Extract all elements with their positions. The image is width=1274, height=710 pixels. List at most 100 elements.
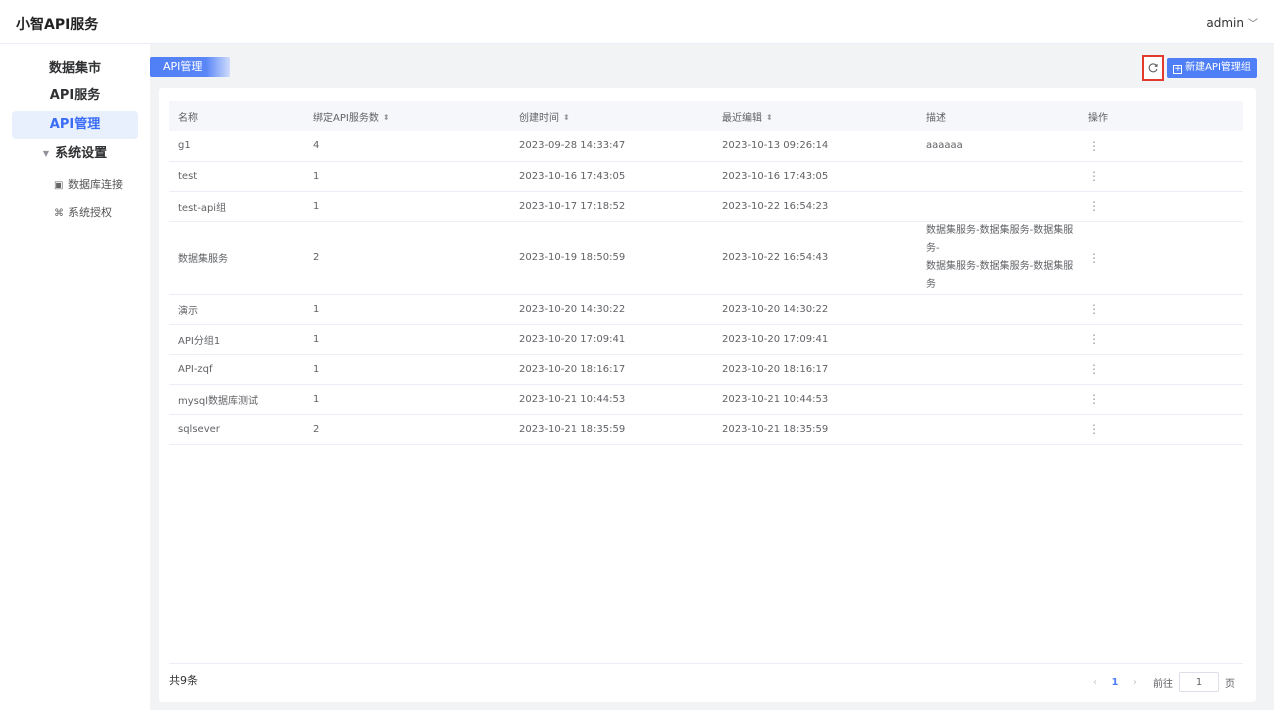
cell-created: 2023-09-28 14:33:47 (510, 131, 713, 162)
column-header-actions: 操作 (1079, 101, 1243, 131)
cell-count: 1 (304, 324, 510, 355)
cell-created: 2023-10-21 10:44:53 (510, 384, 713, 415)
cell-created: 2023-10-21 18:35:59 (510, 414, 713, 445)
cell-edited: 2023-10-20 14:30:22 (713, 294, 917, 325)
more-actions-icon[interactable]: ⋮ (1088, 139, 1100, 153)
column-header-label: 最近编辑 (722, 112, 762, 124)
cell-count: 1 (304, 384, 510, 415)
cell-desc: aaaaaa (917, 131, 1079, 162)
sidebar-item-system-auth[interactable]: ⌘ 系统授权 (54, 203, 112, 223)
cell-count: 4 (304, 131, 510, 162)
cell-actions: ⋮ (1079, 161, 1243, 192)
more-actions-icon[interactable]: ⋮ (1088, 169, 1100, 183)
table-row: 数据集服务 2 2023-10-19 18:50:59 2023-10-22 1… (169, 221, 1243, 295)
column-header-edited[interactable]: 最近编辑 ⬍ (713, 101, 917, 131)
sidebar-group-system-settings[interactable]: ▼ 系统设置 (12, 140, 138, 168)
more-actions-icon[interactable]: ⋮ (1088, 302, 1100, 316)
cell-created: 2023-10-20 14:30:22 (510, 294, 713, 325)
sidebar-item-db-connection[interactable]: ▣ 数据库连接 (54, 175, 123, 195)
cell-desc (917, 294, 1079, 325)
table-row: test 1 2023-10-16 17:43:05 2023-10-16 17… (169, 161, 1243, 192)
sidebar-item-data-market[interactable]: 数据集市 (12, 55, 138, 83)
cell-edited: 2023-10-20 18:16:17 (713, 354, 917, 385)
pagination: ‹ 1 › 前往 页 (1087, 672, 1235, 692)
database-icon: ▣ (54, 180, 64, 191)
cell-name: sqlsever (169, 414, 304, 445)
footer-divider (169, 663, 1243, 664)
cell-count: 2 (304, 221, 510, 295)
table-row: API分组1 1 2023-10-20 17:09:41 2023-10-20 … (169, 324, 1243, 355)
cell-created: 2023-10-20 17:09:41 (510, 324, 713, 355)
sidebar-item-api-management[interactable]: API管理 (12, 111, 138, 139)
cell-desc: 数据集服务-数据集服务-数据集服务- 数据集服务-数据集服务-数据集服务 (917, 221, 1079, 295)
cell-actions: ⋮ (1079, 324, 1243, 355)
more-actions-icon[interactable]: ⋮ (1088, 422, 1100, 436)
more-actions-icon[interactable]: ⋮ (1088, 251, 1100, 265)
user-name: admin (1206, 16, 1244, 30)
cell-actions: ⋮ (1079, 221, 1243, 295)
cell-edited: 2023-10-22 16:54:23 (713, 191, 917, 222)
cell-count: 1 (304, 354, 510, 385)
table-row: API-zqf 1 2023-10-20 18:16:17 2023-10-20… (169, 354, 1243, 385)
goto-page-input[interactable] (1179, 672, 1219, 692)
table-card: 名称 绑定API服务数 ⬍ 创建时间 ⬍ 最近编辑 ⬍ 描述 操作 g1 4 2023… (159, 88, 1256, 702)
table-row: 演示 1 2023-10-20 14:30:22 2023-10-20 14:3… (169, 294, 1243, 325)
caret-down-icon: ▼ (42, 149, 50, 158)
cell-name: API分组1 (169, 324, 304, 355)
cell-edited: 2023-10-21 10:44:53 (713, 384, 917, 415)
next-page-icon[interactable]: › (1127, 677, 1143, 688)
cell-edited: 2023-10-13 09:26:14 (713, 131, 917, 162)
sidebar-group-label: 系统设置 (55, 146, 108, 161)
auth-icon: ⌘ (54, 208, 64, 219)
more-actions-icon[interactable]: ⋮ (1088, 199, 1100, 213)
plus-icon: + (1173, 64, 1183, 74)
sidebar-sub-label: 系统授权 (68, 206, 112, 219)
new-api-group-button[interactable]: + 新建API管理组 (1167, 58, 1257, 78)
sort-icon[interactable]: ⬍ (563, 113, 570, 121)
column-header-created[interactable]: 创建时间 ⬍ (510, 101, 713, 131)
cell-desc (917, 324, 1079, 355)
total-count: 共9条 (169, 674, 198, 687)
cell-edited: 2023-10-22 16:54:43 (713, 221, 917, 295)
breadcrumb: API管理 (150, 57, 231, 77)
refresh-icon (1148, 63, 1158, 73)
cell-desc (917, 161, 1079, 192)
table-row: test-api组 1 2023-10-17 17:18:52 2023-10-… (169, 191, 1243, 222)
cell-name: 演示 (169, 294, 304, 325)
cell-actions: ⋮ (1079, 131, 1243, 162)
cell-desc (917, 414, 1079, 445)
column-header-count[interactable]: 绑定API服务数 ⬍ (304, 101, 510, 131)
cell-name: test (169, 161, 304, 192)
cell-count: 1 (304, 294, 510, 325)
desc-line: 数据集服务-数据集服务-数据集服务- (926, 224, 1074, 254)
page-suffix: 页 (1225, 678, 1235, 690)
cell-name: API-zqf (169, 354, 304, 385)
user-menu[interactable]: admin ﹀ (1206, 15, 1258, 30)
more-actions-icon[interactable]: ⋮ (1088, 392, 1100, 406)
table-header-row: 名称 绑定API服务数 ⬍ 创建时间 ⬍ 最近编辑 ⬍ 描述 操作 (169, 101, 1243, 131)
new-button-label: 新建API管理组 (1185, 62, 1251, 73)
api-group-table: 名称 绑定API服务数 ⬍ 创建时间 ⬍ 最近编辑 ⬍ 描述 操作 g1 4 2023… (169, 101, 1243, 445)
cell-created: 2023-10-20 18:16:17 (510, 354, 713, 385)
cell-actions: ⋮ (1079, 191, 1243, 222)
page-number[interactable]: 1 (1103, 677, 1127, 688)
cell-edited: 2023-10-16 17:43:05 (713, 161, 917, 192)
sidebar: 数据集市 API服务 API管理 ▼ 系统设置 ▣ 数据库连接 ⌘ 系统授权 (0, 44, 150, 710)
cell-actions: ⋮ (1079, 294, 1243, 325)
cell-name: mysql数据库测试 (169, 384, 304, 415)
main-content: API管理 + 新建API管理组 名称 绑定API服务数 ⬍ 创建时间 ⬍ 最近编辑 ⬍… (150, 44, 1274, 710)
prev-page-icon[interactable]: ‹ (1087, 677, 1103, 688)
cell-created: 2023-10-19 18:50:59 (510, 221, 713, 295)
more-actions-icon[interactable]: ⋮ (1088, 332, 1100, 346)
refresh-button[interactable] (1142, 55, 1164, 81)
sidebar-item-api-service[interactable]: API服务 (12, 82, 138, 110)
sort-icon[interactable]: ⬍ (383, 113, 390, 121)
more-actions-icon[interactable]: ⋮ (1088, 362, 1100, 376)
cell-count: 2 (304, 414, 510, 445)
cell-desc (917, 191, 1079, 222)
cell-created: 2023-10-16 17:43:05 (510, 161, 713, 192)
cell-actions: ⋮ (1079, 354, 1243, 385)
sort-icon[interactable]: ⬍ (766, 113, 773, 121)
cell-name: g1 (169, 131, 304, 162)
cell-count: 1 (304, 191, 510, 222)
